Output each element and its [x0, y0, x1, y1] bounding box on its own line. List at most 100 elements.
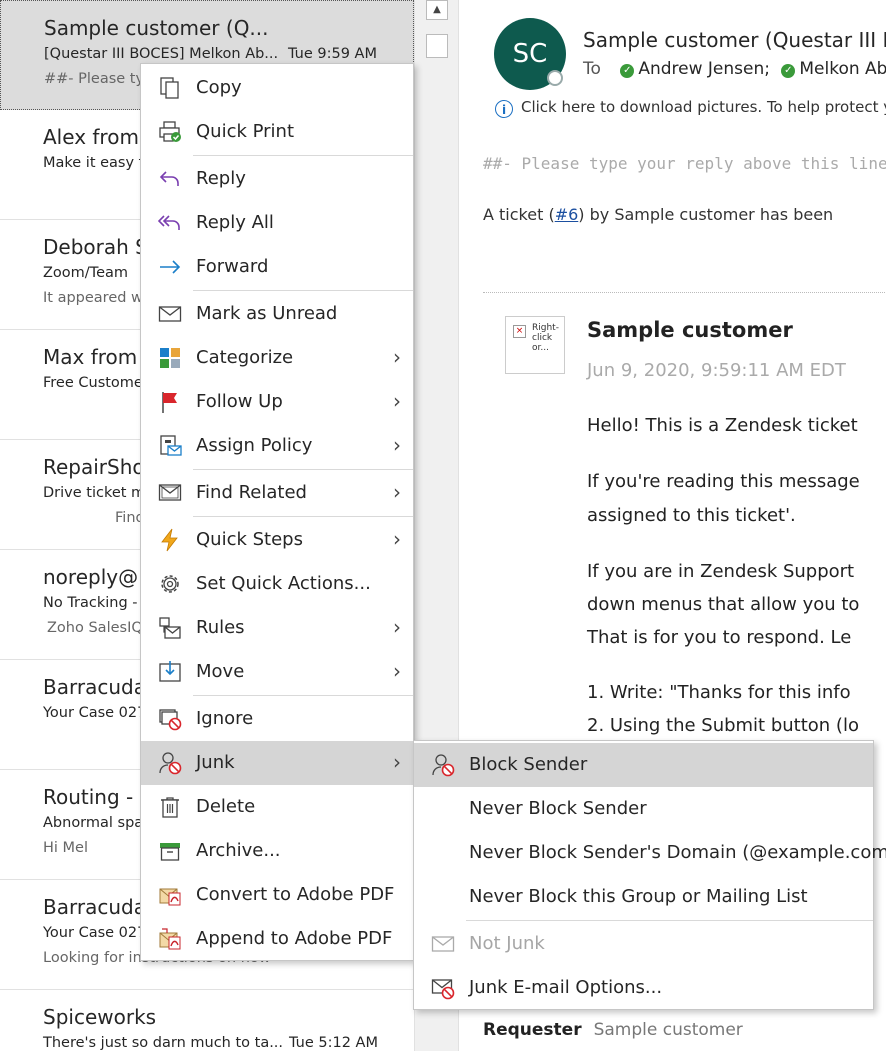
- forward-icon: [158, 255, 182, 279]
- menu-item-copy[interactable]: Copy: [141, 66, 413, 110]
- message-subject: No Tracking -: [43, 595, 138, 611]
- menu-item-rules[interactable]: Rules ›: [141, 606, 413, 650]
- image-placeholder-text: Right-click or...: [532, 323, 559, 353]
- menu-item-junk[interactable]: Junk ›: [141, 741, 413, 785]
- body-text: 2. Using the Submit button (lo: [587, 715, 859, 736]
- menu-item-ignore[interactable]: Ignore: [141, 697, 413, 741]
- message-preview: Zoho SalesIQ: [47, 620, 143, 636]
- menu-item-label: Never Block this Group or Mailing List: [469, 886, 808, 907]
- menu-item-label: Block Sender: [469, 754, 588, 775]
- menu-item-never-block-group[interactable]: Never Block this Group or Mailing List: [414, 875, 873, 919]
- archive-icon: [158, 839, 182, 863]
- chevron-right-icon: ›: [393, 527, 401, 551]
- rules-icon: [158, 616, 182, 640]
- menu-item-label: Quick Print: [196, 121, 295, 142]
- categorize-icon: [158, 346, 182, 370]
- scroll-up-arrow-icon[interactable]: ▲: [426, 0, 448, 20]
- chevron-right-icon: ›: [393, 615, 401, 639]
- broken-image-icon: ×: [513, 325, 526, 338]
- info-icon: i: [495, 100, 513, 118]
- assign-policy-icon: [158, 434, 182, 458]
- ticket-suffix: ) by Sample customer has been: [578, 205, 834, 224]
- message-sender: Deborah S: [43, 235, 148, 259]
- menu-item-quick-steps[interactable]: Quick Steps ›: [141, 518, 413, 562]
- image-placeholder[interactable]: × Right-click or...: [505, 316, 565, 374]
- menu-item-move[interactable]: Move ›: [141, 650, 413, 694]
- message-subject: Free Custome: [43, 375, 143, 391]
- comment-author: Sample customer: [587, 318, 793, 342]
- menu-item-label: Mark as Unread: [196, 303, 338, 324]
- recipient[interactable]: Melkon Abdo: [799, 59, 886, 79]
- scroll-thumb[interactable]: [426, 34, 448, 58]
- message-sender: Max from: [43, 345, 138, 369]
- requester-label: Requester: [483, 1020, 582, 1040]
- message-subject: Make it easy f: [43, 155, 144, 171]
- comment-date: Jun 9, 2020, 9:59:11 AM EDT: [587, 360, 846, 381]
- quick-steps-icon: [158, 528, 182, 552]
- ticket-link[interactable]: #6: [555, 205, 579, 224]
- menu-item-set-quick-actions[interactable]: Set Quick Actions...: [141, 562, 413, 606]
- copy-icon: [158, 76, 182, 100]
- menu-item-find-related[interactable]: Find Related ›: [141, 471, 413, 515]
- message-sender: RepairSho: [43, 455, 145, 479]
- recipient[interactable]: Andrew Jensen;: [638, 59, 770, 79]
- email-from[interactable]: Sample customer (Questar III BOCES): [583, 28, 886, 52]
- menu-item-block-sender[interactable]: Block Sender: [414, 743, 873, 787]
- context-menu: Copy Quick Print Reply Reply All Forward…: [140, 63, 414, 961]
- message-item[interactable]: Spiceworks There's just so darn much to …: [0, 990, 414, 1051]
- delete-icon: [158, 795, 182, 819]
- body-text: down menus that allow you to: [587, 594, 860, 615]
- content-divider: [483, 292, 886, 293]
- menu-item-label: Categorize: [196, 347, 294, 368]
- menu-separator: [466, 920, 873, 921]
- junk-icon: [158, 751, 182, 775]
- menu-item-never-block-domain[interactable]: Never Block Sender's Domain (@example.co…: [414, 831, 886, 875]
- email-recipients: To ✓Andrew Jensen; ✓Melkon Abdo: [583, 59, 886, 79]
- download-pictures-bar[interactable]: i Click here to download pictures. To hel…: [495, 98, 886, 118]
- find-related-icon: [158, 481, 182, 505]
- message-preview: It appeared wh: [43, 290, 153, 306]
- menu-item-never-block-sender[interactable]: Never Block Sender: [414, 787, 873, 831]
- menu-item-quick-print[interactable]: Quick Print: [141, 110, 413, 154]
- menu-item-junk-email-options[interactable]: Junk E-mail Options...: [414, 966, 873, 1010]
- menu-item-reply[interactable]: Reply: [141, 157, 413, 201]
- message-sender: Routing -: [43, 785, 134, 809]
- menu-item-label: Never Block Sender: [469, 798, 647, 819]
- body-text: 1. Write: "Thanks for this info: [587, 682, 851, 703]
- menu-item-label: Append to Adobe PDF: [196, 928, 393, 949]
- menu-item-label: Assign Policy: [196, 435, 313, 456]
- menu-item-delete[interactable]: Delete: [141, 785, 413, 829]
- menu-item-categorize[interactable]: Categorize ›: [141, 336, 413, 380]
- message-sender: Barracuda: [43, 675, 146, 699]
- quick-print-icon: [158, 120, 182, 144]
- menu-item-label: Delete: [196, 796, 256, 817]
- menu-item-not-junk: Not Junk: [414, 922, 873, 966]
- menu-item-archive[interactable]: Archive...: [141, 829, 413, 873]
- message-sender: Alex from: [43, 125, 139, 149]
- menu-item-follow-up[interactable]: Follow Up ›: [141, 380, 413, 424]
- menu-item-assign-policy[interactable]: Assign Policy ›: [141, 424, 413, 468]
- message-subject: Your Case 027: [43, 705, 147, 721]
- info-text: Click here to download pictures. To help…: [521, 98, 886, 116]
- menu-item-append-adobe-pdf[interactable]: Append to Adobe PDF: [141, 917, 413, 961]
- message-subject: Abnormal spa: [43, 815, 144, 831]
- gear-icon: [158, 572, 182, 596]
- menu-item-convert-adobe-pdf[interactable]: Convert to Adobe PDF: [141, 873, 413, 917]
- menu-item-reply-all[interactable]: Reply All: [141, 201, 413, 245]
- menu-separator: [193, 469, 413, 470]
- junk-submenu: Block Sender Never Block Sender Never Bl…: [413, 740, 886, 1010]
- message-subject: Zoom/Team: [43, 265, 129, 281]
- menu-item-label: Move: [196, 661, 245, 682]
- requester-row: Requester Sample customer: [483, 1020, 743, 1040]
- presence-available-icon: ✓: [781, 64, 796, 78]
- menu-item-forward[interactable]: Forward: [141, 245, 413, 289]
- menu-separator: [193, 155, 413, 156]
- menu-separator: [193, 290, 413, 291]
- message-sender: Sample customer (Q...: [44, 16, 269, 40]
- message-sender: Barracuda: [43, 895, 146, 919]
- menu-item-label: Copy: [196, 77, 242, 98]
- menu-separator: [193, 516, 413, 517]
- adobe-pdf-icon: [158, 883, 182, 907]
- message-sender: Spiceworks: [43, 1005, 157, 1029]
- menu-item-mark-unread[interactable]: Mark as Unread: [141, 292, 413, 336]
